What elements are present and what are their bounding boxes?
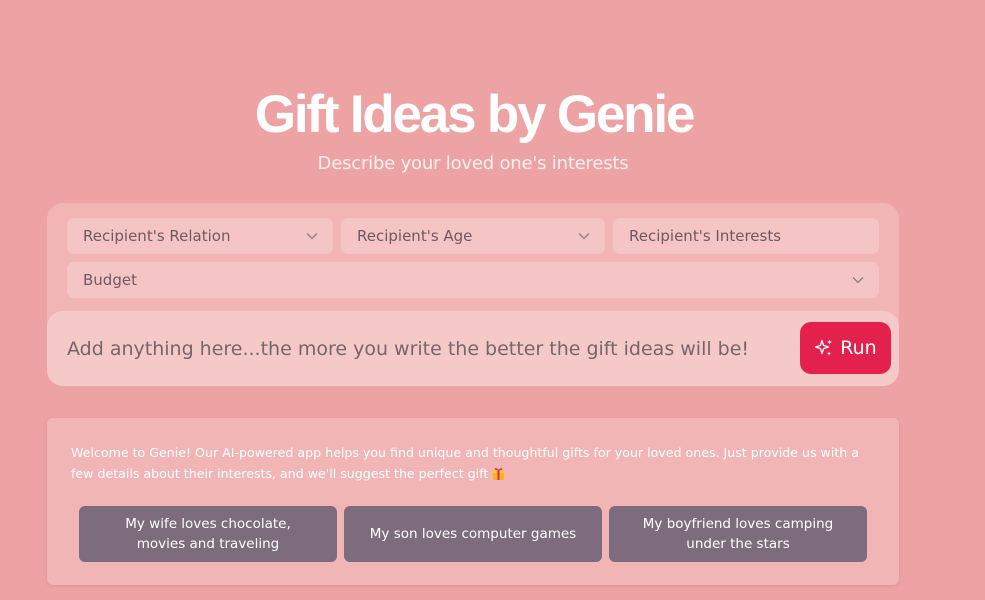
example-prompt-button[interactable]: My boyfriend loves camping under the sta… bbox=[609, 506, 867, 562]
chevron-down-icon bbox=[851, 273, 865, 287]
interests-field-placeholder: Recipient's Interests bbox=[629, 227, 782, 245]
page-subtitle: Describe your loved one's interests bbox=[317, 153, 629, 174]
budget-select[interactable]: Budget bbox=[67, 262, 879, 298]
page-title: Gift Ideas by Genie bbox=[254, 85, 695, 144]
run-button[interactable]: Run bbox=[800, 322, 891, 374]
sparkle-icon bbox=[814, 338, 834, 358]
run-button-label: Run bbox=[840, 337, 877, 359]
example-prompt-label: My son loves computer games bbox=[369, 526, 577, 542]
page: Gift Ideas by Genie Describe your loved … bbox=[0, 0, 985, 600]
example-prompt-label: My wife loves chocolate, movies and trav… bbox=[125, 516, 291, 552]
prompt-input[interactable] bbox=[67, 328, 787, 369]
relation-select-label: Recipient's Relation bbox=[83, 227, 231, 245]
chevron-down-icon bbox=[305, 229, 319, 243]
age-select[interactable]: Recipient's Age bbox=[341, 218, 605, 254]
chevron-down-icon bbox=[577, 229, 591, 243]
info-card: Welcome to Genie! Our AI-powered app hel… bbox=[47, 418, 899, 585]
example-prompt-button[interactable]: My son loves computer games bbox=[344, 506, 602, 562]
prompt-box bbox=[47, 311, 899, 386]
example-prompt-label: My boyfriend loves camping under the sta… bbox=[642, 516, 834, 552]
age-select-label: Recipient's Age bbox=[357, 227, 473, 245]
interests-field[interactable]: Recipient's Interests bbox=[613, 218, 879, 254]
budget-select-label: Budget bbox=[83, 271, 137, 289]
welcome-message: Welcome to Genie! Our AI-powered app hel… bbox=[71, 445, 859, 481]
relation-select[interactable]: Recipient's Relation bbox=[67, 218, 333, 254]
gift-icon bbox=[492, 465, 505, 480]
example-prompt-button[interactable]: My wife loves chocolate, movies and trav… bbox=[79, 506, 337, 562]
welcome-text: Welcome to Genie! Our AI-powered app hel… bbox=[71, 442, 881, 484]
